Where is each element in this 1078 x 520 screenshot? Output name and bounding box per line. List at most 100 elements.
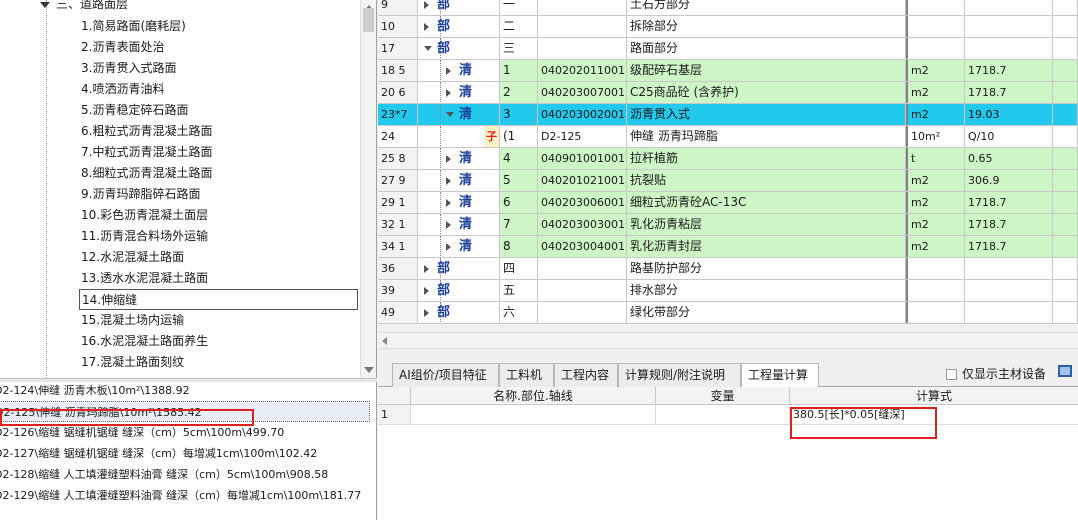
expand-icon[interactable]: [446, 67, 451, 75]
expand-icon[interactable]: [446, 221, 451, 229]
grid-row[interactable]: 10 部 二 拆除部分: [378, 16, 1078, 38]
grid-row[interactable]: 9 部 一 土石方部分: [378, 0, 1078, 16]
scroll-down-icon[interactable]: [364, 367, 374, 373]
row-code[interactable]: 040901001001: [538, 148, 627, 169]
row-quantity[interactable]: 306.9: [965, 170, 1053, 191]
grid-row[interactable]: 27 9 清 5 040201021001 抗裂贴 m2 306.9: [378, 170, 1078, 192]
row-quantity[interactable]: 1718.7: [965, 60, 1053, 81]
tree-item[interactable]: 17.混凝土路面刻纹: [79, 352, 184, 373]
row-name[interactable]: 路基防护部分: [627, 258, 906, 279]
row-tree-cell[interactable]: 部: [418, 38, 500, 59]
row-tree-cell[interactable]: 部: [418, 302, 500, 323]
quota-list-item[interactable]: D2-129\缩缝 人工填灌缝塑料油膏 缝深（cm）每增减1cm\100m\18…: [0, 485, 370, 506]
calc-variable-cell[interactable]: [656, 405, 790, 424]
tree-item[interactable]: 10.彩色沥青混凝土面层: [79, 205, 208, 226]
grid-row[interactable]: 36 部 四 路基防护部分: [378, 258, 1078, 280]
row-unit[interactable]: [906, 280, 965, 301]
row-unit[interactable]: m2: [906, 104, 965, 125]
grid-row[interactable]: 24 子 (1 D2-125 伸缝 沥青玛蹄脂 10m² Q/10: [378, 126, 1078, 148]
row-quantity[interactable]: [965, 280, 1053, 301]
row-tree-cell[interactable]: 清: [418, 192, 500, 213]
scroll-left-icon[interactable]: [382, 337, 387, 345]
grid-row[interactable]: 39 部 五 排水部分: [378, 280, 1078, 302]
row-name[interactable]: 伸缝 沥青玛蹄脂: [627, 126, 906, 147]
row-tree-cell[interactable]: 子: [418, 126, 500, 147]
calc-table-row[interactable]: 1 380.5[长]*0.05[缝深]: [378, 405, 1078, 425]
row-tree-cell[interactable]: 清: [418, 82, 500, 103]
row-name[interactable]: 拆除部分: [627, 16, 906, 37]
row-unit[interactable]: [906, 0, 965, 15]
row-code[interactable]: [538, 38, 627, 59]
expand-icon[interactable]: [424, 23, 429, 31]
row-code[interactable]: 040203003001: [538, 214, 627, 235]
expand-icon[interactable]: [424, 287, 429, 295]
tab-4[interactable]: 工程量计算: [741, 363, 819, 388]
row-unit[interactable]: m2: [906, 192, 965, 213]
quota-list-item[interactable]: D2-128\缩缝 人工填灌缝塑料油膏 缝深（cm）5cm\100m\908.5…: [0, 464, 370, 485]
scroll-thumb[interactable]: [363, 8, 374, 32]
row-tree-cell[interactable]: 部: [418, 0, 500, 15]
expand-icon[interactable]: [446, 89, 451, 97]
row-unit[interactable]: m2: [906, 214, 965, 235]
row-quantity[interactable]: [965, 302, 1053, 323]
row-code[interactable]: 040201021001: [538, 170, 627, 191]
show-main-material-toggle[interactable]: 仅显示主材设备: [946, 365, 1046, 383]
row-quantity[interactable]: Q/10: [965, 126, 1053, 147]
expand-icon[interactable]: [446, 155, 451, 163]
tree-item[interactable]: 8.细粒式沥青混凝土路面: [79, 163, 212, 184]
row-code[interactable]: [538, 258, 627, 279]
monitor-icon[interactable]: [1058, 365, 1072, 377]
grid-row[interactable]: 18 5 清 1 040202011001 级配碎石基层 m2 1718.7: [378, 60, 1078, 82]
row-quantity[interactable]: 1718.7: [965, 82, 1053, 103]
expand-icon[interactable]: [446, 199, 451, 207]
row-unit[interactable]: 10m²: [906, 126, 965, 147]
calc-name-cell[interactable]: [411, 405, 656, 424]
quota-list-item[interactable]: D2-127\缩缝 锯缝机锯缝 缝深（cm）每增减1cm\100m\102.42: [0, 443, 370, 464]
row-code[interactable]: 040202011001: [538, 60, 627, 81]
row-name[interactable]: 细粒式沥青砼AC-13C: [627, 192, 906, 213]
row-unit[interactable]: [906, 38, 965, 59]
tree-item[interactable]: 16.水泥混凝土路面养生: [79, 331, 208, 352]
tree-item[interactable]: 14.伸缩缝: [79, 289, 358, 310]
collapse-icon[interactable]: [40, 1, 50, 8]
row-unit[interactable]: [906, 258, 965, 279]
collapse-icon[interactable]: [424, 46, 432, 51]
grid-row[interactable]: 32 1 清 7 040203003001 乳化沥青粘层 m2 1718.7: [378, 214, 1078, 236]
grid-horizontal-scrollbar[interactable]: [378, 332, 1078, 349]
tree-item[interactable]: 13.透水水泥混凝土路面: [79, 268, 208, 289]
grid-row[interactable]: 23*7 清 3 040203002001 沥青贯入式 m2 19.03: [378, 104, 1078, 126]
row-tree-cell[interactable]: 清: [418, 60, 500, 81]
row-tree-cell[interactable]: 清: [418, 104, 500, 125]
row-code[interactable]: D2-125: [538, 126, 627, 147]
row-name[interactable]: C25商品砼 (含养护): [627, 82, 906, 103]
row-tree-cell[interactable]: 部: [418, 16, 500, 37]
tree-item[interactable]: 11.沥青混合料场外运输: [79, 226, 208, 247]
row-quantity[interactable]: [965, 16, 1053, 37]
collapse-icon[interactable]: [446, 112, 454, 117]
row-name[interactable]: 拉杆植筋: [627, 148, 906, 169]
quota-chapter-tree[interactable]: 三、道路面层 1.简易路面(磨耗层) 2.沥青表面处治 3.沥青贯入式路面 4.喷洒沥…: [0, 0, 360, 378]
row-quantity[interactable]: 1718.7: [965, 236, 1053, 257]
tree-item[interactable]: 5.沥青稳定碎石路面: [79, 100, 188, 121]
expand-icon[interactable]: [424, 1, 429, 9]
row-tree-cell[interactable]: 清: [418, 236, 500, 257]
tree-item[interactable]: 15.混凝土场内运输: [79, 310, 184, 331]
row-quantity[interactable]: 1718.7: [965, 192, 1053, 213]
grid-row[interactable]: 49 部 六 绿化带部分: [378, 302, 1078, 324]
row-tree-cell[interactable]: 部: [418, 280, 500, 301]
row-tree-cell[interactable]: 清: [418, 170, 500, 191]
row-unit[interactable]: m2: [906, 82, 965, 103]
row-unit[interactable]: [906, 16, 965, 37]
row-code[interactable]: [538, 280, 627, 301]
expand-icon[interactable]: [446, 243, 451, 251]
tree-item[interactable]: 2.沥青表面处治: [79, 37, 164, 58]
bill-grid[interactable]: 9 部一土石方部分 10 部二拆除部分 17 部三路面部分 18 5 清 1 0402020110…: [378, 0, 1078, 324]
row-quantity[interactable]: 0.65: [965, 148, 1053, 169]
row-tree-cell[interactable]: 清: [418, 214, 500, 235]
row-code[interactable]: 040203002001: [538, 104, 627, 125]
row-name[interactable]: 土石方部分: [627, 0, 906, 15]
grid-row[interactable]: 29 1 清 6 040203006001 细粒式沥青砼AC-13C m2 1718.7: [378, 192, 1078, 214]
grid-row[interactable]: 34 1 清 8 040203004001 乳化沥青封层 m2 1718.7: [378, 236, 1078, 258]
row-quantity[interactable]: [965, 258, 1053, 279]
row-name[interactable]: 绿化带部分: [627, 302, 906, 323]
